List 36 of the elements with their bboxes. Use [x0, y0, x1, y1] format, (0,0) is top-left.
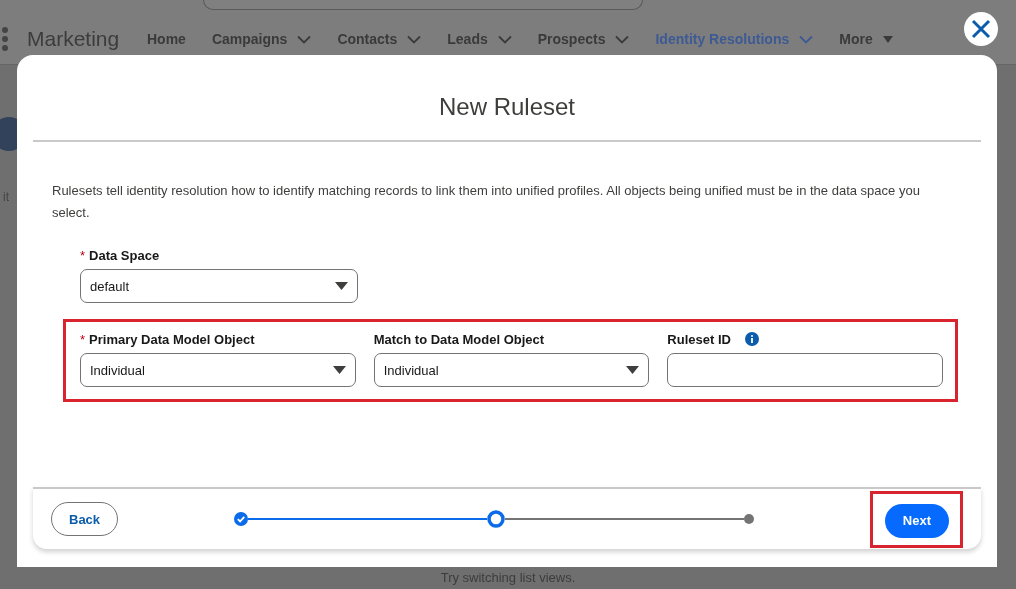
description-text: Rulesets tell identity resolution how to identify matching records to link them into unified profiles. All objects being unified must be in the data space you select. — [52, 182, 921, 222]
dropdown[interactable]: Individual — [373, 353, 650, 387]
step-upcoming-icon[interactable] — [743, 514, 754, 524]
dropdown[interactable]: default — [80, 269, 358, 303]
info-icon[interactable] — [744, 332, 759, 346]
field-label: Ruleset ID — [667, 331, 731, 347]
required-mark: * — [80, 331, 86, 347]
caret-icon[interactable] — [626, 366, 640, 374]
nav-tab[interactable]: Identity Resolutions — [655, 31, 814, 47]
back-button[interactable]: Back — [51, 502, 119, 536]
nav-tab[interactable]: Leads — [447, 31, 512, 47]
dropdown[interactable]: Individual — [80, 353, 356, 387]
step-current-icon[interactable] — [486, 510, 505, 528]
app-launcher-icon[interactable] — [2, 27, 8, 51]
field-label: Primary Data Model Object — [89, 331, 255, 347]
chevron-down-icon[interactable] — [497, 34, 512, 44]
field-label: Data Space — [89, 247, 160, 263]
field-label: Match to Data Model Object — [373, 331, 545, 347]
search-field[interactable] — [203, 0, 643, 10]
nav-tab[interactable]: Home — [147, 31, 186, 47]
caret-icon[interactable] — [335, 282, 348, 290]
nav-tab[interactable]: Campaigns — [211, 31, 312, 47]
required-mark: * — [80, 247, 86, 263]
close-icon[interactable] — [970, 18, 992, 40]
more-tab[interactable]: More — [839, 31, 893, 47]
nav-tab[interactable]: Prospects — [537, 31, 630, 47]
modal-title: New Ruleset — [33, 55, 981, 142]
step-complete-icon[interactable] — [233, 512, 248, 526]
input-field[interactable] — [667, 353, 943, 387]
chevron-down-icon[interactable] — [297, 34, 312, 44]
nav-tab[interactable]: Contacts — [337, 31, 422, 47]
next-button[interactable]: Next — [884, 503, 949, 538]
app-name: Marketing — [27, 27, 121, 51]
chevron-down-icon[interactable] — [407, 34, 422, 44]
caret-icon[interactable] — [332, 366, 346, 374]
chevron-down-icon[interactable] — [615, 34, 630, 44]
